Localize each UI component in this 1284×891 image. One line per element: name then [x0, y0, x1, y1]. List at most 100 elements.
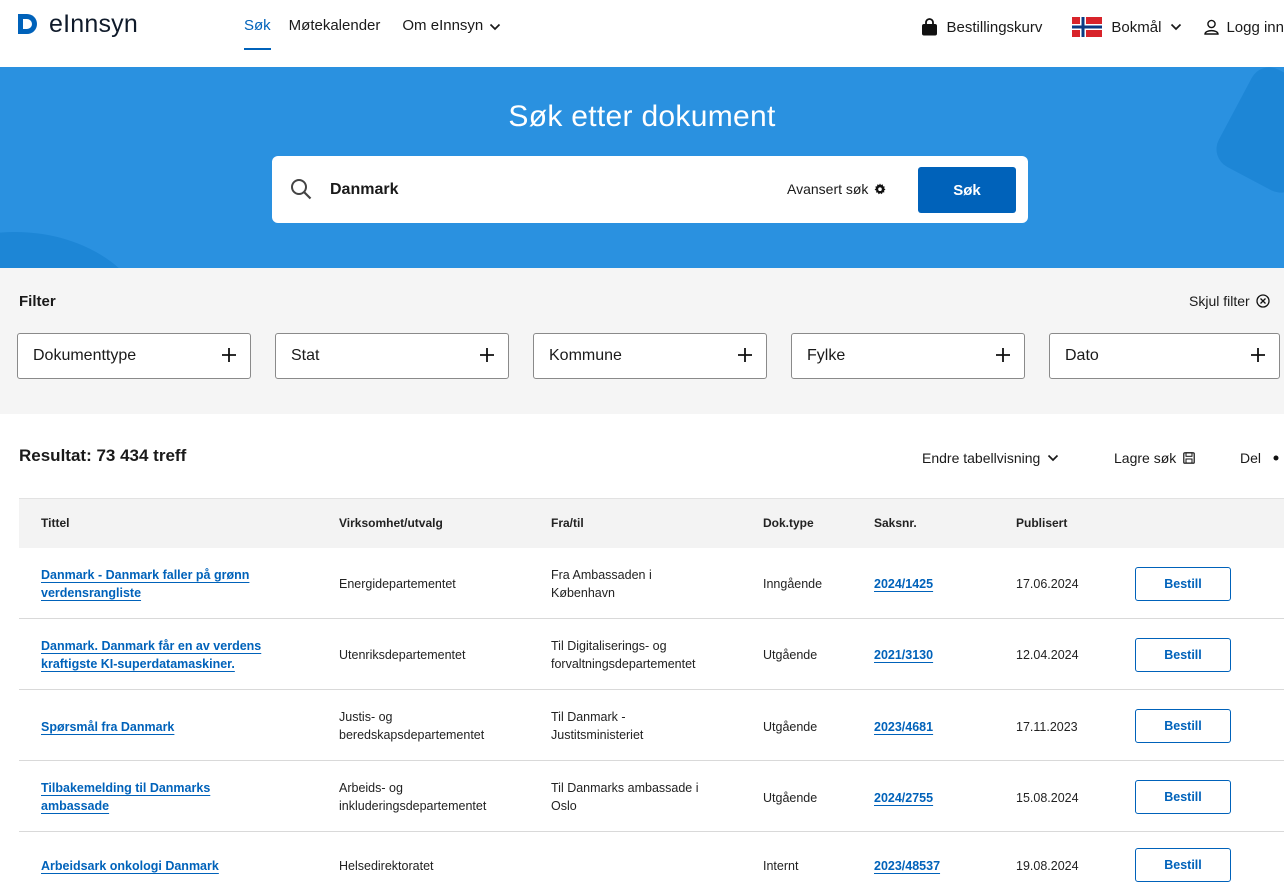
save-search-label: Lagre søk [1114, 450, 1177, 466]
fra-til-line: København [551, 586, 615, 600]
logo-d-icon [18, 14, 37, 34]
row-virksomhet: Justis- og beredskapsdepartementet [339, 708, 529, 744]
login-link[interactable]: Logg inn [1204, 19, 1284, 36]
top-navigation-bar: eInnsyn Søk Møtekalender Om eInnsyn Best… [0, 0, 1284, 67]
filter-label: Dokumenttype [33, 347, 137, 364]
row-doktype: Utgående [763, 648, 818, 662]
change-table-view-button[interactable]: Endre tabellvisning [922, 450, 1059, 466]
chevron-down-icon [1048, 454, 1059, 462]
chevron-down-icon [490, 23, 501, 31]
row-saksnr: 2024/1425 [874, 575, 984, 593]
language-selector[interactable]: Bokmål [1072, 17, 1182, 37]
nav-item-sok[interactable]: Søk [244, 14, 271, 50]
row-saksnr: 2021/3130 [874, 646, 984, 664]
row-virksomhet: Helsedirektoratet [339, 859, 434, 873]
document-title-link[interactable]: Tilbakemelding til Danmarks ambassade [41, 781, 210, 813]
case-number-link[interactable]: 2021/3130 [874, 648, 933, 662]
hero-decoration [0, 232, 150, 268]
row-publisert: 15.08.2024 [1016, 791, 1079, 805]
plus-icon [480, 348, 494, 362]
filter-fylke[interactable]: Fylke [791, 333, 1025, 379]
document-title-link[interactable]: Danmark. Danmark får en av verdens krafti… [41, 639, 261, 671]
cart-link[interactable]: Bestillingskurv [921, 18, 1043, 36]
nav-item-motekalender[interactable]: Møtekalender [289, 14, 381, 42]
search-input[interactable] [330, 174, 750, 206]
hide-filter-label: Skjul filter [1189, 293, 1250, 309]
fra-til-line: Til Danmarks ambassade i [551, 781, 699, 795]
filter-label: Fylke [807, 347, 846, 364]
row-title: Spørsmål fra Danmark [41, 718, 301, 736]
row-doktype: Utgående [763, 720, 818, 734]
fra-til-line: Justitsministeriet [551, 728, 644, 742]
column-header-saksnr[interactable]: Saksnr. [874, 516, 917, 530]
row-publisert: 19.08.2024 [1016, 859, 1079, 873]
plus-icon [738, 348, 752, 362]
table-header: Tittel Virksomhet/utvalg Fra/til Dok.typ… [19, 498, 1284, 548]
order-button[interactable]: Bestill [1135, 848, 1231, 882]
case-number-link[interactable]: 2024/2755 [874, 791, 933, 805]
share-icon [1273, 455, 1279, 461]
search-button[interactable]: Søk [918, 167, 1016, 213]
row-fra-til: Til Danmarks ambassade i Oslo [551, 779, 751, 815]
nav-item-om-einnsyn[interactable]: Om eInnsyn [402, 14, 501, 42]
nav-item-label: Om eInnsyn [402, 17, 484, 34]
order-button[interactable]: Bestill [1135, 709, 1231, 743]
case-number-link[interactable]: 2023/4681 [874, 720, 933, 734]
save-search-button[interactable]: Lagre søk [1114, 450, 1196, 466]
plus-icon [996, 348, 1010, 362]
table-row: Danmark - Danmark faller på grønn verdens… [19, 548, 1284, 619]
filter-label: Kommune [549, 347, 622, 364]
order-button[interactable]: Bestill [1135, 638, 1231, 672]
case-number-link[interactable]: 2023/48537 [874, 859, 940, 873]
row-fra-til: Fra Ambassaden i København [551, 566, 751, 602]
search-hero: Søk etter dokument Avansert søk Søk [0, 67, 1284, 268]
table-row: Tilbakemelding til Danmarks ambassade Arb… [19, 761, 1284, 832]
order-button[interactable]: Bestill [1135, 567, 1231, 601]
title-line: kraftigste KI-superdatamaskiner. [41, 657, 235, 671]
search-box: Avansert søk Søk [272, 156, 1028, 223]
case-number-link[interactable]: 2024/1425 [874, 577, 933, 591]
logo[interactable]: eInnsyn [15, 8, 138, 40]
filter-label: Dato [1065, 347, 1099, 364]
user-icon [1204, 19, 1220, 35]
column-header-publisert[interactable]: Publisert [1016, 516, 1067, 530]
row-saksnr: 2023/4681 [874, 718, 984, 736]
title-line: verdensrangliste [41, 586, 142, 600]
cart-label: Bestillingskurv [946, 18, 1043, 36]
column-header-virksomhet[interactable]: Virksomhet/utvalg [339, 516, 443, 530]
row-virksomhet: Arbeids- og inkluderingsdepartementet [339, 779, 529, 815]
nav-item-label: Møtekalender [288, 17, 381, 34]
shopping-bag-icon [921, 18, 937, 36]
page-title: Søk etter dokument [508, 100, 776, 133]
document-title-link[interactable]: Danmark - Danmark faller på grønn verdens… [41, 568, 249, 600]
filter-dato[interactable]: Dato [1049, 333, 1280, 379]
change-view-label: Endre tabellvisning [922, 450, 1041, 466]
hide-filter-button[interactable]: Skjul filter [1189, 293, 1270, 309]
filter-dokumenttype[interactable]: Dokumenttype [17, 333, 251, 379]
gear-icon [875, 183, 886, 195]
filter-kommune[interactable]: Kommune [533, 333, 767, 379]
logo-text: eInnsyn [49, 9, 138, 38]
fra-til-line: Til Digitaliserings- og [551, 639, 667, 653]
row-title: Tilbakemelding til Danmarks ambassade [41, 779, 301, 815]
table-row: Arbeidsark onkologi Danmark Helsedirekto… [19, 832, 1284, 891]
advanced-search-link[interactable]: Avansert søk [787, 181, 886, 197]
title-line: ambassade [41, 799, 110, 813]
document-title-link[interactable]: Spørsmål fra Danmark [41, 720, 174, 734]
row-saksnr: 2024/2755 [874, 789, 984, 807]
share-button[interactable]: Del [1240, 450, 1280, 466]
column-header-fra-til[interactable]: Fra/til [551, 516, 584, 530]
plus-icon [1251, 348, 1265, 362]
filter-stat[interactable]: Stat [275, 333, 509, 379]
row-saksnr: 2023/48537 [874, 857, 984, 875]
document-title-link[interactable]: Arbeidsark onkologi Danmark [41, 859, 219, 873]
row-publisert: 17.06.2024 [1016, 577, 1079, 591]
order-button[interactable]: Bestill [1135, 780, 1231, 814]
column-header-doktype[interactable]: Dok.type [763, 516, 814, 530]
login-label: Logg inn [1226, 18, 1284, 36]
filter-panel: Filter Skjul filter Dokumenttype Stat Ko… [0, 268, 1284, 414]
column-header-tittel[interactable]: Tittel [41, 516, 69, 530]
chevron-down-icon [1171, 23, 1182, 31]
title-line: Danmark. Danmark får en av verdens [41, 639, 262, 653]
main-nav: Søk Møtekalender Om eInnsyn [244, 14, 501, 50]
